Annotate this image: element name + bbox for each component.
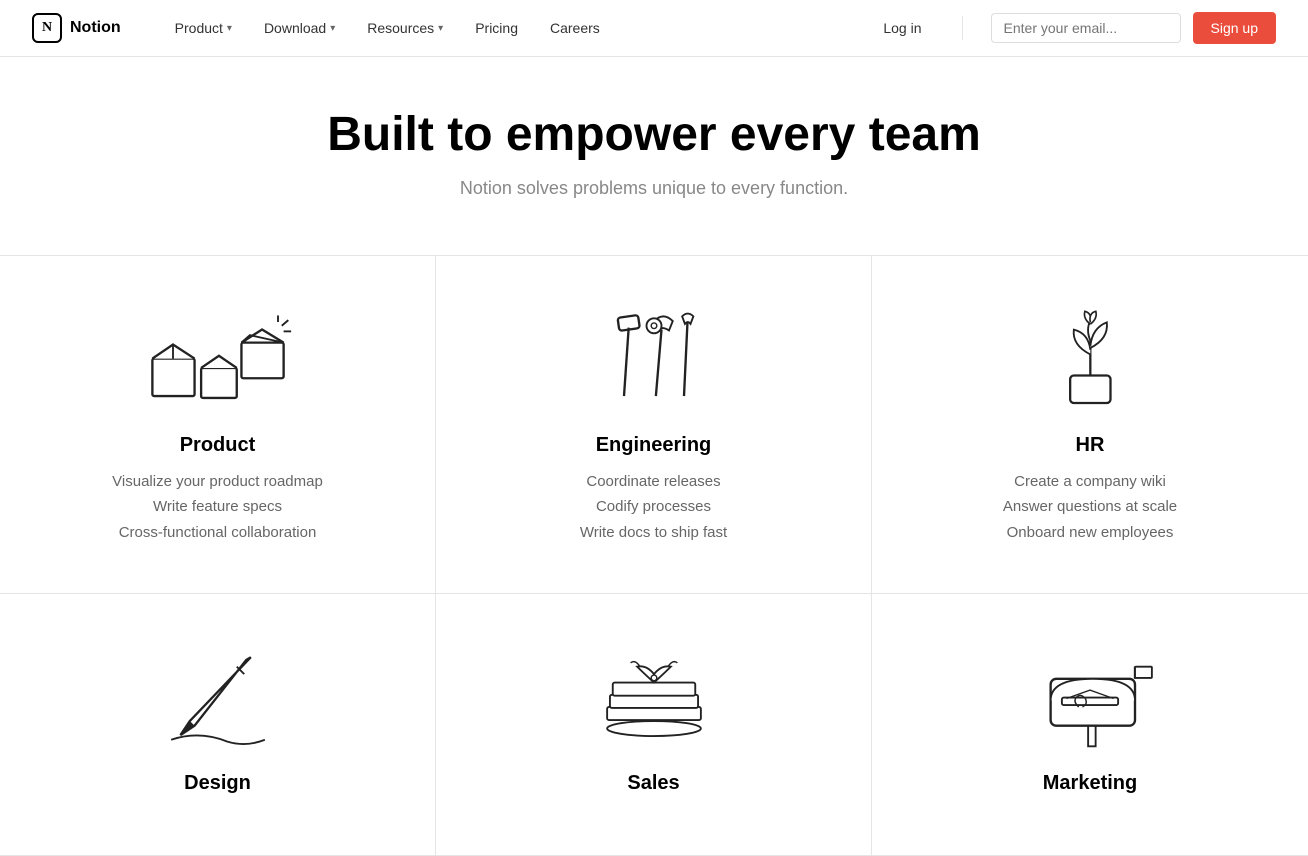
nav-item-careers[interactable]: Careers: [536, 12, 614, 44]
nav-logo-text: Notion: [70, 19, 121, 37]
nav-logo[interactable]: N Notion: [32, 13, 121, 43]
product-icon: [32, 304, 403, 414]
login-button[interactable]: Log in: [871, 12, 933, 44]
hr-icon: [904, 304, 1276, 414]
team-cell-marketing[interactable]: Marketing: [872, 594, 1308, 856]
hero-title: Built to empower every team: [32, 109, 1276, 162]
team-grid: Product Visualize your product roadmap W…: [0, 255, 1308, 856]
nav-links: Product ▾ Download ▾ Resources ▾ Pricing…: [161, 12, 872, 44]
nav-right: Log in Sign up: [871, 12, 1276, 44]
design-icon: [32, 642, 403, 752]
team-desc-engineering: Coordinate releases Codify processes Wri…: [468, 469, 839, 546]
team-desc-hr: Create a company wiki Answer questions a…: [904, 469, 1276, 546]
marketing-icon: [904, 642, 1276, 752]
team-cell-design[interactable]: Design: [0, 594, 436, 856]
chevron-down-icon: ▾: [227, 23, 232, 34]
team-name-marketing: Marketing: [904, 772, 1276, 795]
team-cell-product[interactable]: Product Visualize your product roadmap W…: [0, 256, 436, 595]
nav-divider: [962, 16, 963, 40]
chevron-down-icon: ▾: [438, 23, 443, 34]
navbar: N Notion Product ▾ Download ▾ Resources …: [0, 0, 1308, 57]
team-cell-engineering[interactable]: Engineering Coordinate releases Codify p…: [436, 256, 872, 595]
team-name-product: Product: [32, 434, 403, 457]
team-cell-hr[interactable]: HR Create a company wiki Answer question…: [872, 256, 1308, 595]
team-desc-product: Visualize your product roadmap Write fea…: [32, 469, 403, 546]
nav-item-resources[interactable]: Resources ▾: [353, 12, 457, 44]
nav-item-download[interactable]: Download ▾: [250, 12, 349, 44]
engineering-icon: [468, 304, 839, 414]
hero-section: Built to empower every team Notion solve…: [0, 57, 1308, 231]
sales-icon: [468, 642, 839, 752]
nav-item-product[interactable]: Product ▾: [161, 12, 246, 44]
hero-subtitle: Notion solves problems unique to every f…: [32, 178, 1276, 199]
team-name-engineering: Engineering: [468, 434, 839, 457]
team-cell-sales[interactable]: Sales: [436, 594, 872, 856]
team-name-hr: HR: [904, 434, 1276, 457]
notion-icon: N: [32, 13, 62, 43]
nav-item-pricing[interactable]: Pricing: [461, 12, 532, 44]
chevron-down-icon: ▾: [330, 23, 335, 34]
team-name-design: Design: [32, 772, 403, 795]
team-name-sales: Sales: [468, 772, 839, 795]
signup-button[interactable]: Sign up: [1193, 12, 1276, 44]
email-input[interactable]: [991, 13, 1181, 43]
